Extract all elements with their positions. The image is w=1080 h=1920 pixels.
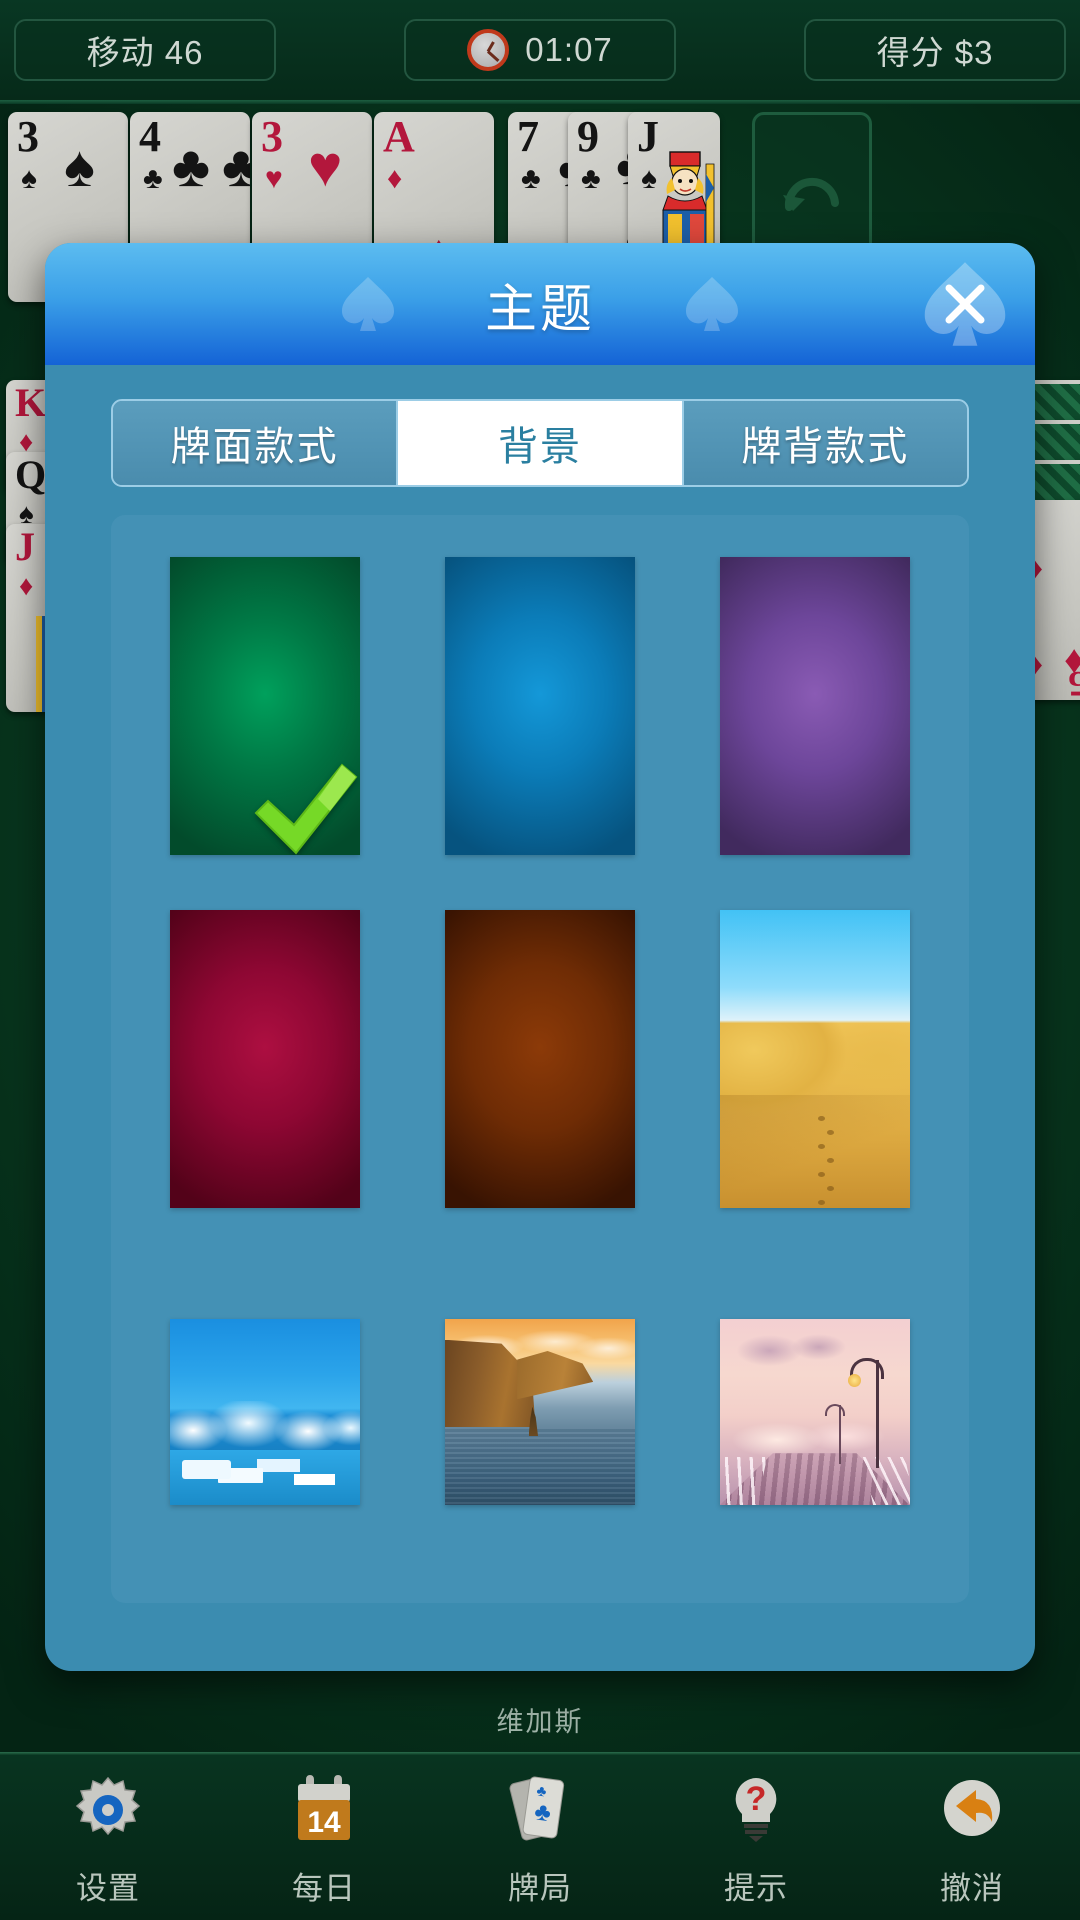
card-suit: ♣ bbox=[521, 162, 541, 195]
card-suit: ♣ bbox=[143, 162, 163, 195]
card-rank: 5 bbox=[1068, 664, 1080, 700]
timer-value: 01:07 bbox=[525, 31, 613, 68]
spade-icon bbox=[341, 277, 395, 331]
score-counter: 得分 $3 bbox=[804, 19, 1066, 81]
theme-swatch bbox=[719, 1319, 910, 1506]
clock-icon bbox=[467, 29, 510, 71]
card-rank: K bbox=[15, 380, 47, 425]
nav-item-deal[interactable]: ♣ ♣ 牌局 bbox=[440, 1771, 640, 1908]
tab-background[interactable]: 背景 bbox=[398, 401, 684, 485]
dialog-title: 主题 bbox=[484, 280, 595, 339]
score-label: 得分 $3 bbox=[876, 34, 994, 71]
timer-display: 01:07 bbox=[404, 19, 676, 81]
theme-option-desert[interactable] bbox=[697, 895, 932, 1222]
card-big-pip: ♣ bbox=[222, 134, 250, 199]
theme-option-purple[interactable] bbox=[697, 542, 932, 869]
theme-dialog: 主题 牌面款式 背景 牌背款式 bbox=[45, 243, 1035, 1671]
theme-panel bbox=[111, 515, 969, 1603]
recycle-arrow-icon bbox=[783, 177, 839, 211]
undo-icon bbox=[934, 1771, 1010, 1849]
nav-label: 每日 bbox=[292, 1871, 356, 1906]
theme-swatch bbox=[444, 1319, 635, 1506]
bottom-nav: 设置 14 每日 ♣ ♣ 牌局 ? 提示 撤消 bbox=[0, 1755, 1080, 1920]
table-divider bbox=[0, 100, 1080, 104]
theme-swatch bbox=[170, 556, 361, 855]
card-suit: ♦ bbox=[19, 570, 34, 601]
moves-label: 移动 46 bbox=[86, 34, 204, 71]
lightbulb-hint-icon: ? bbox=[718, 1771, 794, 1849]
card-rank: 9 bbox=[577, 112, 599, 161]
theme-grid bbox=[148, 542, 932, 1576]
card-big-pip: ♣ bbox=[172, 134, 211, 199]
nav-item-daily[interactable]: 14 每日 bbox=[224, 1771, 424, 1908]
theme-swatch bbox=[170, 909, 361, 1208]
spade-icon bbox=[685, 277, 739, 331]
gear-icon bbox=[70, 1771, 146, 1849]
theme-option-crimson[interactable] bbox=[148, 895, 383, 1222]
close-icon bbox=[945, 284, 985, 324]
card-big-pip: ♠ bbox=[64, 134, 95, 199]
theme-option-ocean-clouds[interactable] bbox=[148, 1249, 383, 1576]
nav-label: 牌局 bbox=[508, 1871, 572, 1906]
theme-swatch bbox=[444, 556, 635, 855]
status-bar: 移动 46 01:07 得分 $3 bbox=[0, 0, 1080, 100]
svg-text:14: 14 bbox=[307, 1806, 341, 1839]
calendar-icon: 14 bbox=[286, 1771, 362, 1849]
cards-icon: ♣ ♣ bbox=[502, 1771, 578, 1849]
card-suit: ♦ bbox=[387, 162, 403, 195]
card-big-pip: ♥ bbox=[308, 134, 343, 199]
moves-counter: 移动 46 bbox=[14, 19, 276, 81]
theme-option-blue[interactable] bbox=[423, 542, 658, 869]
theme-swatch bbox=[444, 909, 635, 1208]
svg-text:?: ? bbox=[746, 1780, 767, 1818]
card-rank: 3 bbox=[261, 112, 283, 161]
theme-swatch bbox=[719, 556, 910, 855]
theme-option-brown[interactable] bbox=[423, 895, 658, 1222]
card-rank: 4 bbox=[139, 112, 161, 161]
nav-item-hint[interactable]: ? 提示 bbox=[656, 1771, 856, 1908]
card-suit: ♣ bbox=[581, 162, 601, 195]
tab-label: 背景 bbox=[497, 425, 582, 469]
card-rank: 3 bbox=[17, 112, 39, 161]
card-suit: ♠ bbox=[21, 162, 37, 195]
nav-item-settings[interactable]: 设置 bbox=[8, 1771, 208, 1908]
nav-label: 撤消 bbox=[940, 1871, 1004, 1906]
tab-label: 牌面款式 bbox=[170, 425, 339, 469]
card-suit: ♥ bbox=[265, 162, 283, 195]
dialog-header: 主题 bbox=[45, 243, 1035, 365]
game-mode-label: 维加斯 bbox=[496, 1707, 584, 1737]
card-rank: A bbox=[383, 112, 415, 161]
card-rank: J bbox=[15, 524, 35, 569]
theme-option-cliffs-sunset[interactable] bbox=[423, 1249, 658, 1576]
nav-item-undo[interactable]: 撤消 bbox=[872, 1771, 1072, 1908]
nav-label: 提示 bbox=[724, 1871, 788, 1906]
theme-option-pink-pier[interactable] bbox=[697, 1249, 932, 1576]
tab-card-face[interactable]: 牌面款式 bbox=[113, 401, 399, 485]
card-rank: Q bbox=[15, 452, 47, 497]
theme-swatch bbox=[719, 909, 910, 1208]
tab-label: 牌背款式 bbox=[741, 425, 910, 469]
card-rank: 7 bbox=[517, 112, 539, 161]
tab-card-back[interactable]: 牌背款式 bbox=[683, 401, 967, 485]
nav-label: 设置 bbox=[76, 1871, 140, 1906]
check-icon bbox=[254, 763, 358, 855]
tab-bar: 牌面款式 背景 牌背款式 bbox=[111, 399, 969, 487]
theme-option-green[interactable] bbox=[148, 542, 383, 869]
theme-swatch bbox=[170, 1319, 361, 1506]
close-button[interactable] bbox=[919, 256, 1011, 352]
